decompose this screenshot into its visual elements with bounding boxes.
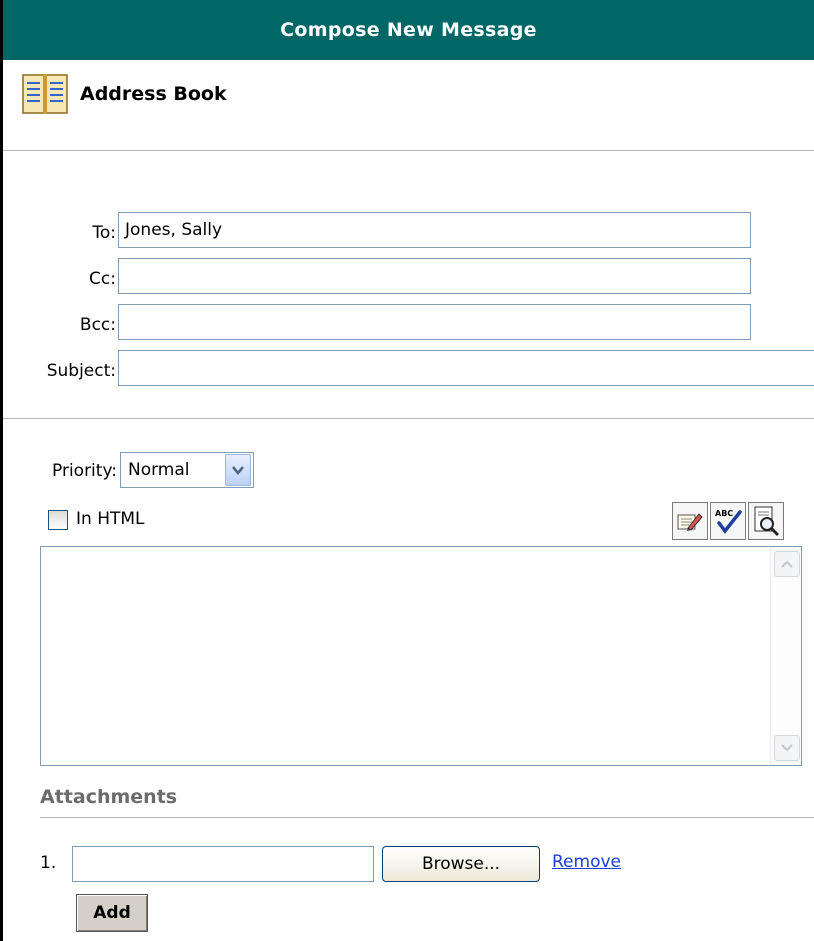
divider [3,418,814,419]
priority-label: Priority: [52,461,117,481]
window-left-border [0,0,3,941]
spellcheck-text: ABC [715,509,733,518]
message-scrollbar[interactable] [770,547,801,765]
cc-field[interactable] [118,258,751,294]
message-body[interactable] [40,546,802,766]
edit-html-icon [677,513,703,531]
chevron-down-icon[interactable] [225,454,251,486]
bcc-label: Bcc: [79,315,116,335]
cc-label: Cc: [89,269,116,289]
browse-button[interactable]: Browse... [382,846,540,882]
remove-link[interactable]: Remove [552,852,621,872]
page-header: Compose New Message [3,0,814,60]
attachment-number: 1. [40,853,57,873]
subject-label: Subject: [46,361,116,381]
preview-icon [754,506,780,537]
scroll-up-icon[interactable] [774,551,800,577]
spellcheck-icon: ABC [715,509,742,534]
address-book-label[interactable]: Address Book [80,83,227,105]
bcc-field[interactable] [118,304,751,340]
attachment-file-input[interactable] [72,846,374,882]
to-label: To: [92,223,116,243]
add-attachment-button[interactable]: Add [76,894,148,932]
address-book-icon [22,74,68,114]
priority-select[interactable]: Normal [120,452,254,488]
page-title: Compose New Message [280,19,537,41]
priority-value: Normal [128,460,190,480]
divider [3,150,814,151]
to-field[interactable]: Jones, Sally [118,212,751,248]
attachments-divider [40,817,814,818]
spellcheck-button[interactable]: ABC [710,502,746,540]
address-book-link[interactable]: Address Book [22,72,227,116]
preview-button[interactable] [748,502,784,540]
in-html-checkbox[interactable] [48,510,68,530]
in-html-label: In HTML [76,509,145,529]
subject-field[interactable] [118,350,814,386]
attachments-heading: Attachments [40,786,178,808]
scroll-down-icon[interactable] [774,735,800,761]
edit-html-button[interactable] [672,502,708,540]
